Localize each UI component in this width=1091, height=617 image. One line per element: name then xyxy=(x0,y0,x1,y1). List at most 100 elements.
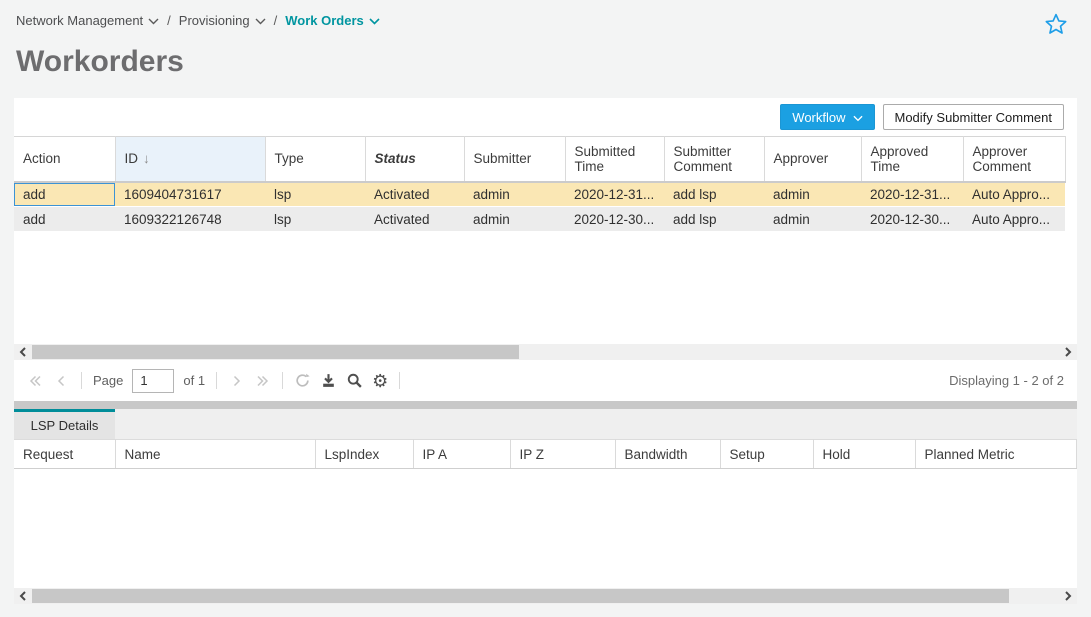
page-label: Page xyxy=(93,373,123,388)
page-input[interactable] xyxy=(132,369,174,393)
cell-approved-time: 2020-12-30... xyxy=(861,207,963,232)
cell-status: Activated xyxy=(365,207,464,232)
breadcrumb-separator: / xyxy=(167,13,171,28)
scrollbar-thumb[interactable] xyxy=(32,345,519,359)
first-page-icon[interactable] xyxy=(27,373,44,389)
cell-submitter: admin xyxy=(464,207,565,232)
last-page-icon[interactable] xyxy=(254,373,271,389)
modify-submitter-comment-button[interactable]: Modify Submitter Comment xyxy=(883,104,1065,130)
column-header-name[interactable]: Name xyxy=(115,440,315,469)
displaying-count: Displaying 1 - 2 of 2 xyxy=(949,373,1064,388)
lsp-details-empty-area xyxy=(14,469,1077,588)
cell-submitted-time: 2020-12-31... xyxy=(565,182,664,207)
column-header-request[interactable]: Request xyxy=(14,440,115,469)
column-header-bandwidth[interactable]: Bandwidth xyxy=(615,440,720,469)
page-title: Workorders xyxy=(16,44,1075,80)
scroll-right-icon[interactable] xyxy=(1059,344,1077,360)
modify-submitter-comment-label: Modify Submitter Comment xyxy=(895,110,1053,125)
cell-action: add xyxy=(14,207,115,232)
breadcrumb-item-work-orders[interactable]: Work Orders xyxy=(285,13,380,28)
chevron-down-icon xyxy=(255,13,266,28)
cell-submitter-comment: add lsp xyxy=(664,182,764,207)
breadcrumb-label: Network Management xyxy=(16,13,143,28)
workflow-button-label: Workflow xyxy=(792,110,845,125)
breadcrumb-separator: / xyxy=(274,13,278,28)
column-header-setup[interactable]: Setup xyxy=(720,440,813,469)
column-header-ip-z[interactable]: IP Z xyxy=(510,440,615,469)
column-header-action[interactable]: Action xyxy=(14,137,115,182)
cell-approver: admin xyxy=(764,182,861,207)
cell-action[interactable]: add xyxy=(14,182,115,207)
prev-page-icon[interactable] xyxy=(53,373,70,389)
next-page-icon[interactable] xyxy=(228,373,245,389)
header-row: Request Name LspIndex IP A IP Z Bandwidt… xyxy=(14,440,1077,469)
tab-lsp-details[interactable]: LSP Details xyxy=(14,409,115,439)
gear-icon[interactable]: ⚙ xyxy=(372,373,388,389)
toolbar-separator xyxy=(81,372,82,389)
breadcrumb-label: Work Orders xyxy=(285,13,364,28)
pagination-toolbar: Page of 1 ⚙ Displaying 1 - 2 of 2 xyxy=(14,360,1077,401)
breadcrumb-item-provisioning[interactable]: Provisioning xyxy=(179,13,266,28)
scroll-right-icon[interactable] xyxy=(1059,588,1077,604)
sort-desc-icon: ↓ xyxy=(143,151,150,166)
toolbar-separator xyxy=(399,372,400,389)
cell-type: lsp xyxy=(265,182,365,207)
column-header-hold[interactable]: Hold xyxy=(813,440,915,469)
breadcrumb-label: Provisioning xyxy=(179,13,250,28)
actions-toolbar: Workflow Modify Submitter Comment xyxy=(14,98,1077,136)
column-header-approver-comment[interactable]: Approver Comment xyxy=(963,137,1065,182)
lsp-details-table: Request Name LspIndex IP A IP Z Bandwidt… xyxy=(14,439,1077,469)
scroll-left-icon[interactable] xyxy=(14,588,32,604)
chevron-down-icon xyxy=(148,13,159,28)
search-icon[interactable] xyxy=(346,372,363,389)
column-header-planned-metric[interactable]: Planned Metric xyxy=(915,440,1077,469)
workorders-table-empty-area xyxy=(14,232,1077,344)
cell-approved-time: 2020-12-31... xyxy=(861,182,963,207)
chevron-down-icon xyxy=(369,13,380,28)
cell-id: 1609404731617 xyxy=(115,182,265,207)
cell-approver-comment: Auto Appro... xyxy=(963,182,1065,207)
cell-submitter: admin xyxy=(464,182,565,207)
workflow-button[interactable]: Workflow xyxy=(780,104,874,130)
column-header-id[interactable]: ID↓ xyxy=(115,137,265,182)
column-header-submitter-comment[interactable]: Submitter Comment xyxy=(664,137,764,182)
column-header-type[interactable]: Type xyxy=(265,137,365,182)
lsp-details-hscrollbar[interactable] xyxy=(14,588,1077,604)
workorders-table: Action ID↓ Type Status Submitter Submitt… xyxy=(14,136,1066,232)
column-header-approved-time[interactable]: Approved Time xyxy=(861,137,963,182)
workorders-hscrollbar[interactable] xyxy=(14,344,1077,360)
column-header-submitted-time[interactable]: Submitted Time xyxy=(565,137,664,182)
cell-approver-comment: Auto Appro... xyxy=(963,207,1065,232)
column-header-lspindex[interactable]: LspIndex xyxy=(315,440,413,469)
tab-lsp-details-label: LSP Details xyxy=(31,418,99,433)
column-header-approver[interactable]: Approver xyxy=(764,137,861,182)
workorders-panel: Workflow Modify Submitter Comment Action… xyxy=(14,98,1077,604)
toolbar-separator xyxy=(282,372,283,389)
detail-panel-divider xyxy=(14,401,1077,409)
column-header-ip-a[interactable]: IP A xyxy=(413,440,510,469)
scrollbar-track[interactable] xyxy=(32,588,1059,604)
column-header-status[interactable]: Status xyxy=(365,137,464,182)
workorder-row-selected[interactable]: add 1609404731617 lsp Activated admin 20… xyxy=(14,182,1065,207)
breadcrumb-item-network-management[interactable]: Network Management xyxy=(16,13,159,28)
detail-tabs: LSP Details xyxy=(14,409,1077,439)
cell-submitted-time: 2020-12-30... xyxy=(565,207,664,232)
scrollbar-track[interactable] xyxy=(32,344,1059,360)
page-count-label: of 1 xyxy=(183,373,205,388)
cell-approver: admin xyxy=(764,207,861,232)
header-row: Action ID↓ Type Status Submitter Submitt… xyxy=(14,137,1065,182)
refresh-icon[interactable] xyxy=(294,372,311,389)
breadcrumb: Network Management / Provisioning / Work… xyxy=(16,13,380,28)
column-header-submitter[interactable]: Submitter xyxy=(464,137,565,182)
chevron-down-icon xyxy=(853,110,863,125)
scrollbar-thumb[interactable] xyxy=(32,589,1009,603)
top-bar: Network Management / Provisioning / Work… xyxy=(0,0,1091,35)
download-icon[interactable] xyxy=(320,372,337,389)
cell-type: lsp xyxy=(265,207,365,232)
cell-submitter-comment: add lsp xyxy=(664,207,764,232)
workorder-row[interactable]: add 1609322126748 lsp Activated admin 20… xyxy=(14,207,1065,232)
toolbar-separator xyxy=(216,372,217,389)
cell-id: 1609322126748 xyxy=(115,207,265,232)
scroll-left-icon[interactable] xyxy=(14,344,32,360)
favorite-star-icon[interactable] xyxy=(1045,13,1067,35)
